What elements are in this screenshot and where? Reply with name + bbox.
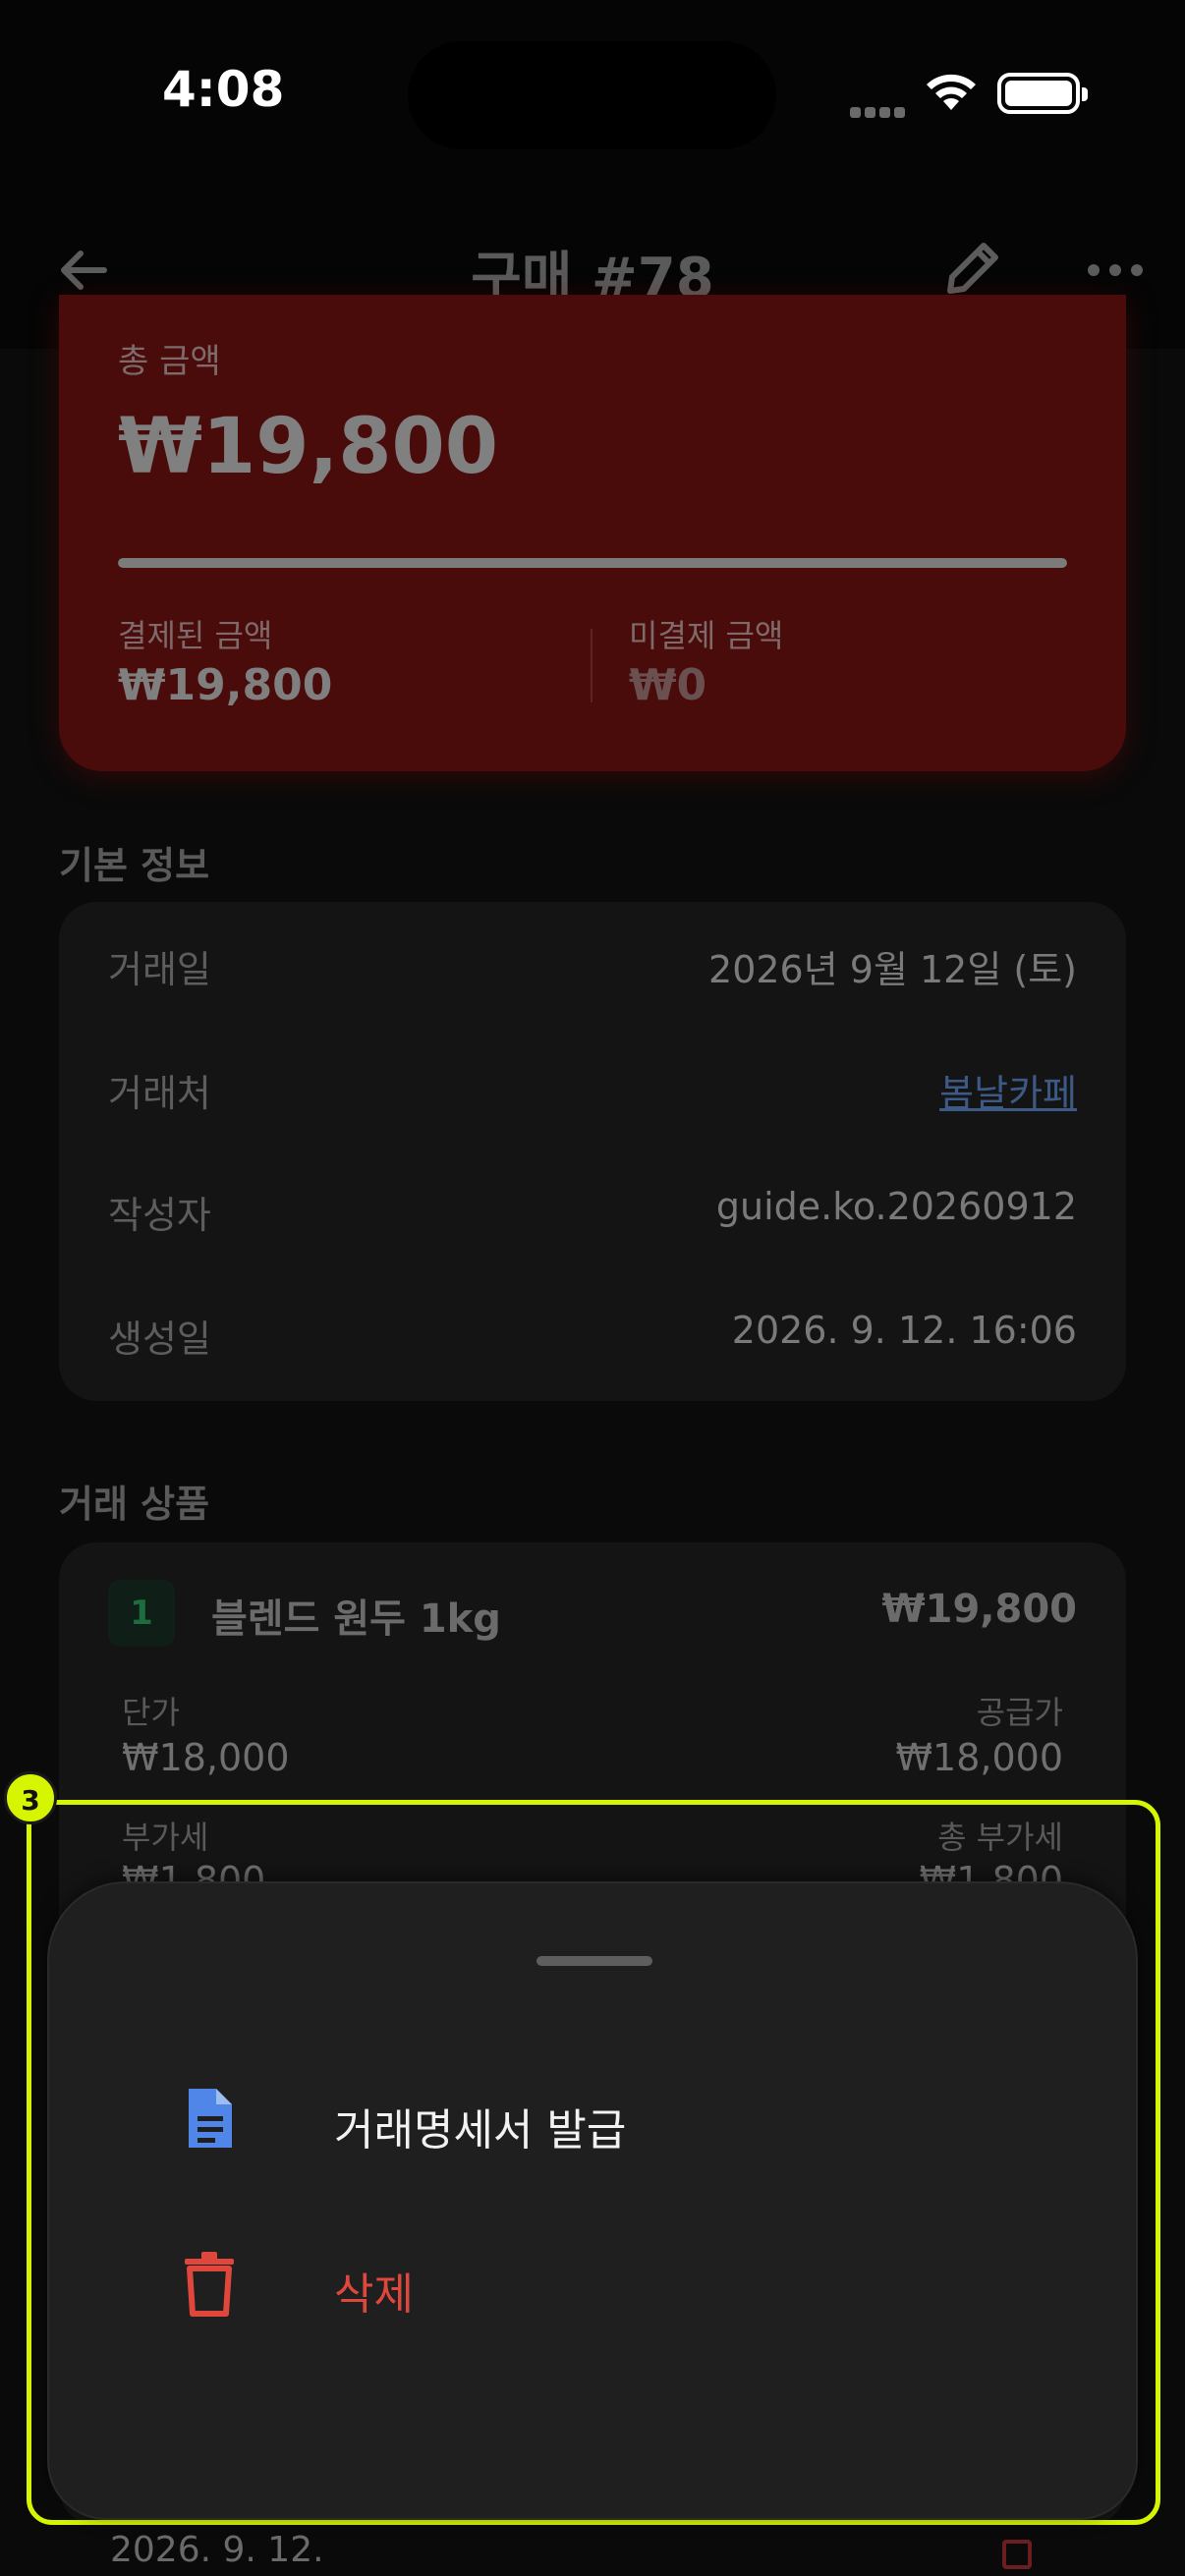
- edit-pencil-icon[interactable]: [938, 234, 1007, 303]
- issue-statement-action[interactable]: 거래명세서 발급: [175, 2065, 1020, 2173]
- annotation-badge: 3: [4, 1771, 57, 1824]
- wifi-icon: [927, 74, 976, 110]
- supply-price-label: 공급가: [976, 1694, 1063, 1731]
- unit-price-label: 단가: [122, 1694, 180, 1731]
- item-price: ₩19,800: [881, 1587, 1077, 1632]
- item-name: 블렌드 원두 1kg: [211, 1596, 501, 1642]
- sheet-drag-handle[interactable]: [536, 1956, 652, 1966]
- payment-progress-bar: [118, 558, 1067, 568]
- basic-info-card: 거래일 2026년 9월 12일 (토) 거래처 봄날카페 작성자 guide.…: [59, 902, 1126, 1401]
- delete-action[interactable]: 삭제: [175, 2229, 1020, 2337]
- delete-label: 삭제: [334, 2269, 414, 2320]
- info-value: 2026. 9. 12. 16:06: [731, 1309, 1077, 1352]
- info-row-author: 작성자 guide.ko.20260912: [108, 1185, 1077, 1244]
- paid-amount-value: ₩19,800: [118, 660, 333, 710]
- info-row-transaction-date: 거래일 2026년 9월 12일 (토): [108, 939, 1077, 998]
- basic-info-section-title: 기본 정보: [59, 844, 210, 887]
- partner-link[interactable]: 봄날카페: [939, 1063, 1077, 1117]
- info-label: 거래처: [108, 1072, 211, 1115]
- trash-icon: [185, 2252, 234, 2317]
- info-value: guide.ko.20260912: [715, 1185, 1077, 1228]
- total-amount-value: ₩19,800: [118, 403, 499, 491]
- payment-summary-card: 총 금액 ₩19,800 결제된 금액 ₩19,800 미결제 금액 ₩0: [59, 295, 1126, 771]
- paid-amount-label: 결제된 금액: [118, 617, 273, 654]
- bottom-action-icon: [1002, 2540, 1032, 2569]
- info-label: 작성자: [108, 1194, 211, 1237]
- battery-icon: [997, 73, 1088, 114]
- document-icon: [189, 2089, 232, 2148]
- unpaid-amount-label: 미결제 금액: [629, 617, 784, 654]
- info-label: 생성일: [108, 1317, 211, 1361]
- unpaid-amount-value: ₩0: [629, 660, 707, 710]
- status-bar: 4:08: [0, 0, 1185, 187]
- info-row-created-at: 생성일 2026. 9. 12. 16:06: [108, 1309, 1077, 1368]
- info-row-partner: 거래처 봄날카페: [108, 1063, 1077, 1122]
- payment-progress-fill: [118, 558, 1067, 568]
- summary-divider: [591, 629, 592, 702]
- unit-price-value: ₩18,000: [122, 1736, 290, 1779]
- total-amount-label: 총 금액: [118, 342, 221, 381]
- info-label: 거래일: [108, 948, 211, 991]
- supply-price-value: ₩18,000: [895, 1736, 1063, 1779]
- info-value: 2026년 9월 12일 (토): [708, 948, 1077, 991]
- cellular-signal-icon: [850, 103, 909, 118]
- item-index-badge: 1: [108, 1580, 175, 1647]
- status-time: 4:08: [162, 61, 285, 118]
- dynamic-island: [408, 41, 776, 149]
- action-bottom-sheet: 거래명세서 발급 삭제: [47, 1881, 1138, 2520]
- items-section-title: 거래 상품: [59, 1483, 210, 1526]
- bottom-date: 2026. 9. 12.: [110, 2530, 324, 2570]
- issue-statement-label: 거래명세서 발급: [334, 2105, 627, 2156]
